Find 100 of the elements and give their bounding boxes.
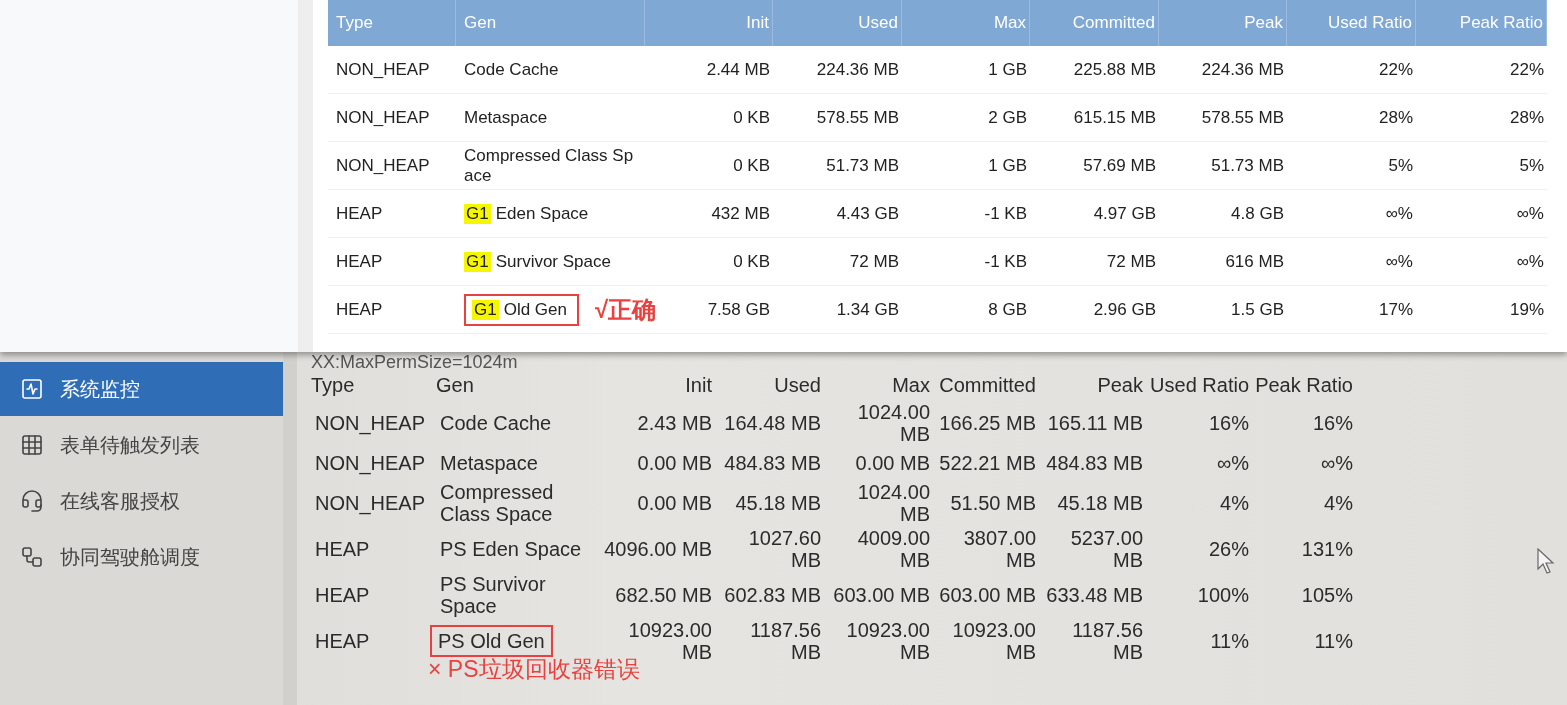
table-cell-text: 1027.60 MB [747,526,821,572]
table-cell: ∞% [1416,190,1547,238]
table-cell: 72 MB [773,238,902,286]
table-cell: 224.36 MB [1159,46,1287,94]
pulse-icon [20,377,44,401]
column-header: Peak [1096,373,1143,398]
table-cell-text: 45.18 MB [1056,491,1143,516]
column-header: Init [684,373,712,398]
table-cell: HEAP [328,238,456,286]
column-header: Peak Ratio [1416,0,1547,46]
column-header: Gen [436,373,475,398]
table-cell-text: 100% [1196,583,1249,608]
table-cell: 616 MB [1159,238,1287,286]
table-cell-text: 484.83 MB [723,451,821,476]
table-cell-text: NON_HEAP [314,411,427,437]
option-text: XX:MaxPermSize=1024m [311,352,518,372]
table-cell: 2.44 MB [645,46,773,94]
table-cell-text: 602.83 MB [723,583,821,608]
gen-name: Compressed Class Space [464,145,635,186]
table-cell: Metaspace [440,452,538,474]
table-cell: 1.34 GB [773,286,902,334]
table-cell: 28% [1416,94,1547,142]
table-cell: 17% [1287,286,1416,334]
table-cell: 1 GB [902,46,1030,94]
table-cell: NON_HEAP [328,94,456,142]
table-cell: NON_HEAP [328,142,456,190]
table-cell: PS Eden Space [440,538,582,560]
highlight-box: PS Old Gen [430,625,553,657]
table-cell: 0 KB [645,238,773,286]
table-cell: 578.55 MB [773,94,902,142]
table-cell: 5% [1287,142,1416,190]
table-cell-text: 10923.00 MB [845,618,930,664]
sidebar-item[interactable]: 系统监控 [0,362,283,416]
table-cell-text: 131% [1300,537,1353,562]
column-header: Committed [1030,0,1159,46]
table-cell-text: 10923.00 MB [951,618,1036,664]
sidebar-item[interactable]: 在线客服授权 [0,474,283,528]
table-cell-text: 0.00 MB [854,451,930,476]
grid-icon [20,433,44,457]
table-cell: 19% [1416,286,1547,334]
table-cell-text: 0.00 MB [636,491,712,516]
sidebar-item[interactable]: 协同驾驶舱调度 [0,530,283,584]
column-header: Used [773,373,821,398]
table-cell-text: 4% [1219,491,1249,516]
table-cell: -1 KB [902,238,1030,286]
table-cell: 2 GB [902,94,1030,142]
table-cell-text: 603.00 MB [938,583,1036,608]
table-cell-text: 105% [1300,583,1353,608]
table-cell-text: 165.11 MB [1046,411,1143,436]
column-header: Gen [456,0,645,46]
table-cell-text: 1187.56 MB [1071,618,1143,664]
table-cell-text: 11% [1313,629,1353,654]
column-header: Type [311,373,356,398]
table-cell: 224.36 MB [773,46,902,94]
column-header: Used Ratio [1149,373,1249,398]
column-header: Used Ratio [1287,0,1416,46]
sidebar-item[interactable]: 表单待触发列表 [0,418,283,472]
column-header: Used [773,0,902,46]
table-cell-text: 1024.00 MB [856,480,930,526]
table-cell: HEAP [328,286,456,334]
table-cell-text: 51.50 MB [949,491,1036,516]
table-cell: HEAP [328,190,456,238]
table-cell: 2.96 GB [1030,286,1159,334]
table-cell: 0 KB [645,94,773,142]
table-cell: 0 KB [645,142,773,190]
table-cell-text: 16% [1311,411,1353,436]
table-cell-text: 45.18 MB [734,491,821,516]
table-cell-text: NON_HEAP [314,451,427,477]
table-cell: 615.15 MB [1030,94,1159,142]
column-header: Peak [1159,0,1287,46]
table-cell-text: 1024.00 MB [856,400,930,446]
table-cell: 22% [1287,46,1416,94]
table-cell-text: 4009.00 MB [856,526,930,572]
table-cell-text: ∞% [1215,451,1249,476]
column-header: Max [902,0,1030,46]
table-cell: 1 GB [902,142,1030,190]
table-cell: 28% [1287,94,1416,142]
table-cell: 57.69 MB [1030,142,1159,190]
table-cell: 51.73 MB [773,142,902,190]
table-cell-text: HEAP [314,629,371,654]
table-cell-text: 4% [1323,491,1353,516]
gen-name: Eden Space [495,203,589,224]
table-cell: 225.88 MB [1030,46,1159,94]
table-cell-text: HEAP [314,583,371,608]
table-cell-text: 633.48 MB [1045,583,1143,608]
gen-tag: G1 [472,299,499,320]
cursor-icon [1537,548,1555,574]
table-cell: 4.8 GB [1159,190,1287,238]
workflow-icon [20,545,44,569]
table-cell-text: 11% [1209,629,1249,654]
table-cell: ∞% [1287,238,1416,286]
column-header: Type [328,0,456,46]
table-cell-text: 166.25 MB [938,411,1036,436]
gen-name: Metaspace [464,107,548,128]
table-cell-text: ∞% [1319,451,1353,476]
table-cell-text: 4096.00 MB [603,537,712,562]
gen-tag: G1 [464,203,491,224]
column-header: Committed [938,373,1036,398]
table-cell: ∞% [1287,190,1416,238]
table-cell: 8 GB [902,286,1030,334]
